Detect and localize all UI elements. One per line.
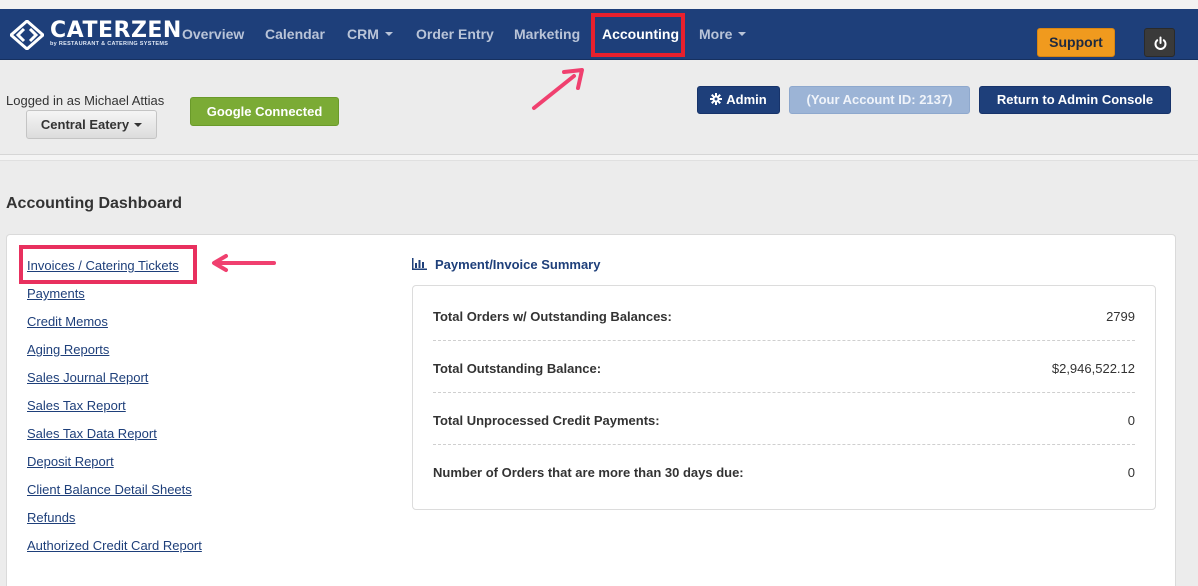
admin-button[interactable]: Admin <box>697 86 780 114</box>
nav-overview[interactable]: Overview <box>182 9 244 60</box>
logged-in-text: Logged in as Michael Attias <box>6 93 165 108</box>
bar-chart-icon <box>412 258 427 270</box>
summary-row: Total Unprocessed Credit Payments: 0 <box>433 393 1135 445</box>
logo-wordmark: CATERZEN <box>50 18 182 43</box>
link-authorized-credit-card-report[interactable]: Authorized Credit Card Report <box>27 538 202 553</box>
caterzen-logo[interactable]: CATERZEN by RESTAURANT & CATERING SYSTEM… <box>10 19 181 51</box>
summary-value: 0 <box>1127 465 1135 480</box>
summary-title: Payment/Invoice Summary <box>412 257 600 272</box>
summary-title-text: Payment/Invoice Summary <box>435 257 601 272</box>
chevron-down-icon <box>738 32 747 37</box>
link-deposit-report[interactable]: Deposit Report <box>27 454 114 469</box>
summary-value: $2,946,522.12 <box>1051 361 1135 376</box>
summary-box: Total Orders w/ Outstanding Balances: 27… <box>412 285 1156 510</box>
link-sales-tax-report[interactable]: Sales Tax Report <box>27 398 126 413</box>
account-id-button: (Your Account ID: 2137) <box>789 86 970 114</box>
header-divider <box>0 154 1198 161</box>
logout-button[interactable] <box>1144 28 1175 57</box>
top-strip <box>0 0 1198 9</box>
link-sales-tax-data-report[interactable]: Sales Tax Data Report <box>27 426 157 441</box>
nav-calendar[interactable]: Calendar <box>265 9 325 60</box>
logo-diamond-icon <box>10 20 44 50</box>
nav-crm[interactable]: CRM <box>347 9 393 60</box>
link-aging-reports[interactable]: Aging Reports <box>27 342 109 357</box>
annotation-highlight-invoices <box>19 245 197 284</box>
return-admin-console-button[interactable]: Return to Admin Console <box>979 86 1171 114</box>
location-dropdown[interactable]: Central Eatery <box>26 110 157 139</box>
link-credit-memos[interactable]: Credit Memos <box>27 314 108 329</box>
location-label: Central Eatery <box>40 117 130 132</box>
summary-row: Number of Orders that are more than 30 d… <box>433 445 1135 497</box>
nav-crm-label: CRM <box>347 26 379 42</box>
page-title: Accounting Dashboard <box>6 195 183 212</box>
nav-order-entry[interactable]: Order Entry <box>416 9 494 60</box>
summary-row: Total Outstanding Balance: $2,946,522.12 <box>433 341 1135 393</box>
link-payments[interactable]: Payments <box>27 286 85 301</box>
link-refunds[interactable]: Refunds <box>27 510 75 525</box>
support-button[interactable]: Support <box>1037 28 1115 57</box>
annotation-highlight-accounting <box>591 13 685 57</box>
summary-label: Number of Orders that are more than 30 d… <box>433 465 744 480</box>
link-sales-journal-report[interactable]: Sales Journal Report <box>27 370 148 385</box>
logo-tagline: by RESTAURANT & CATERING SYSTEMS <box>50 41 169 47</box>
summary-label: Total Outstanding Balance: <box>433 361 602 376</box>
nav-more-label: More <box>699 26 733 42</box>
nav-marketing[interactable]: Marketing <box>514 9 580 60</box>
nav-more[interactable]: More <box>699 9 747 60</box>
chevron-down-icon <box>384 32 393 37</box>
admin-label: Admin <box>726 92 767 107</box>
google-connected-button[interactable]: Google Connected <box>190 97 339 126</box>
power-icon <box>1154 36 1167 50</box>
summary-label: Total Unprocessed Credit Payments: <box>433 413 660 428</box>
chevron-down-icon <box>134 122 143 127</box>
summary-row: Total Orders w/ Outstanding Balances: 27… <box>433 289 1135 341</box>
summary-value: 2799 <box>1106 309 1135 324</box>
link-client-balance-detail-sheets[interactable]: Client Balance Detail Sheets <box>27 482 192 497</box>
summary-label: Total Orders w/ Outstanding Balances: <box>433 309 672 324</box>
summary-value: 0 <box>1127 413 1135 428</box>
gear-icon <box>710 93 723 105</box>
